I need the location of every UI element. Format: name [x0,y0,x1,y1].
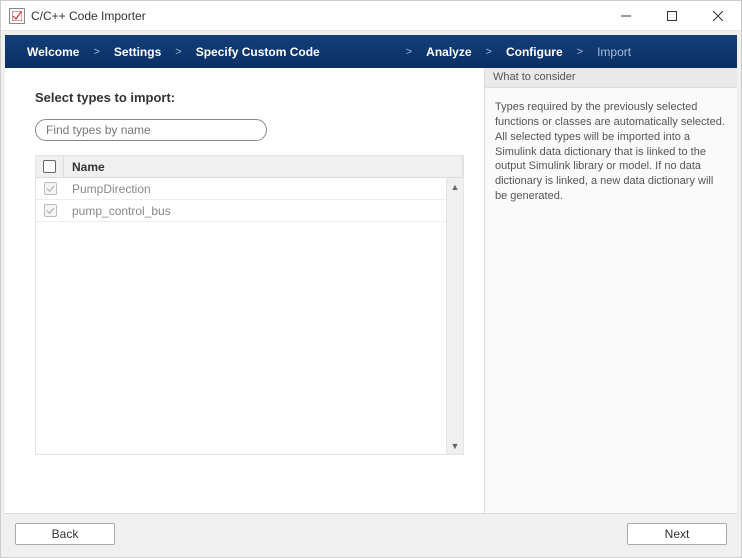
chevron-right-icon: > [396,46,422,58]
row-checkbox-cell [36,204,64,217]
column-header-name[interactable]: Name [64,156,463,177]
chevron-right-icon: > [165,46,191,58]
table-header: Name [36,156,463,178]
footer: Back Next [5,513,737,553]
window-title: C/C++ Code Importer [31,9,146,23]
header-checkbox-cell[interactable] [36,156,64,177]
vertical-scrollbar[interactable]: ▲ ▼ [446,178,463,454]
minimize-button[interactable] [603,1,649,31]
step-welcome[interactable]: Welcome [23,45,83,59]
titlebar: C/C++ Code Importer [1,1,741,31]
main-pane: Select types to import: Name [5,68,484,513]
step-analyze[interactable]: Analyze [422,45,475,59]
types-table: Name PumpDirection [35,155,464,455]
chevron-right-icon: > [476,46,502,58]
next-button[interactable]: Next [627,523,727,545]
row-name: PumpDirection [64,182,463,196]
page-heading: Select types to import: [35,90,464,105]
chevron-right-icon: > [83,46,109,58]
side-paragraph: Types required by the previously selecte… [495,100,727,130]
back-button[interactable]: Back [15,523,115,545]
step-configure[interactable]: Configure [502,45,567,59]
side-body: Types required by the previously selecte… [485,88,737,216]
row-checkbox-cell [36,182,64,195]
app-icon [9,8,25,24]
select-all-checkbox[interactable] [43,160,56,173]
table-row[interactable]: pump_control_bus [36,200,463,222]
close-button[interactable] [695,1,741,31]
scroll-down-icon[interactable]: ▼ [451,437,460,454]
app-window: C/C++ Code Importer Welcome > Settings >… [0,0,742,558]
checkbox-disabled-checked-icon [44,204,57,217]
side-header: What to consider [485,68,737,88]
maximize-button[interactable] [649,1,695,31]
table-body: PumpDirection pump_control_bus [36,178,463,454]
breadcrumb: Welcome > Settings > Specify Custom Code… [5,35,737,68]
scroll-up-icon[interactable]: ▲ [451,178,460,195]
side-pane: What to consider Types required by the p… [484,68,737,513]
table-row[interactable]: PumpDirection [36,178,463,200]
side-paragraph: All selected types will be imported into… [495,130,727,204]
search-input[interactable] [35,119,267,141]
step-settings[interactable]: Settings [110,45,165,59]
step-specify-custom-code[interactable]: Specify Custom Code [192,45,324,59]
checkbox-disabled-checked-icon [44,182,57,195]
step-import: Import [593,45,635,59]
row-name: pump_control_bus [64,204,463,218]
chevron-right-icon: > [567,46,593,58]
body-area: Select types to import: Name [5,68,737,513]
